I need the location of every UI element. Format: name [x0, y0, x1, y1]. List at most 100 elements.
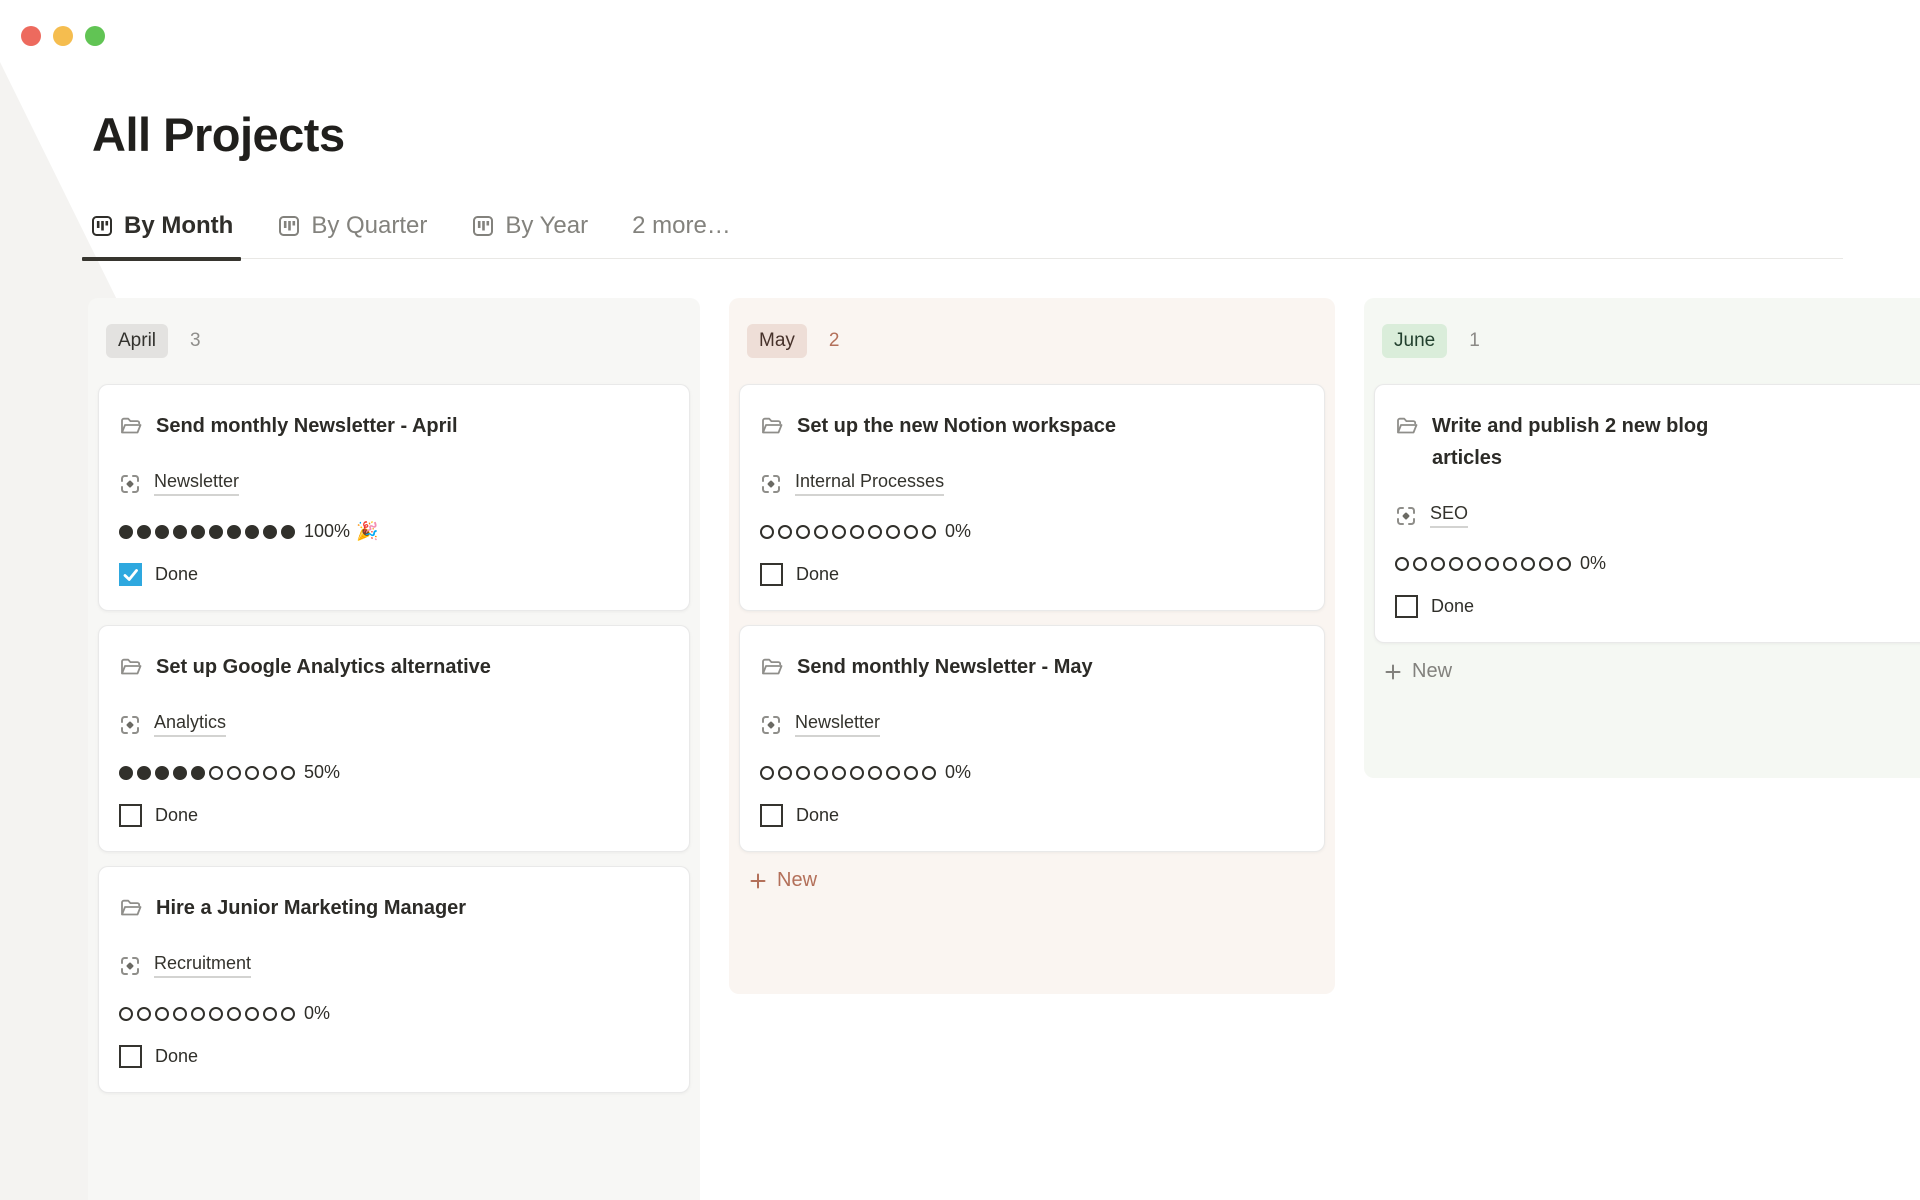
project-relation-link[interactable]: SEO: [1395, 503, 1468, 528]
new-item-button[interactable]: New: [739, 858, 1325, 903]
zoom-window-button[interactable]: [85, 26, 105, 46]
progress-percent: 0%: [945, 521, 971, 542]
progress-dot: [155, 766, 169, 780]
done-checkbox[interactable]: [119, 1045, 142, 1068]
progress-dot: [1467, 557, 1481, 571]
relation-target-icon: [760, 473, 782, 495]
progress-dot: [922, 525, 936, 539]
column-header: May 2: [729, 298, 1335, 358]
progress-dot: [245, 525, 259, 539]
progress-dot: [904, 525, 918, 539]
progress-dot: [1503, 557, 1517, 571]
column-card-count: 3: [190, 330, 201, 352]
card-title: Send monthly Newsletter - May: [797, 651, 1093, 683]
progress-dots: [119, 525, 295, 539]
progress-dot: [173, 525, 187, 539]
minimize-window-button[interactable]: [53, 26, 73, 46]
relation-label: Newsletter: [154, 471, 239, 496]
project-relation-link[interactable]: Newsletter: [119, 471, 239, 496]
progress-row: 0%: [760, 521, 1304, 542]
progress-dot: [173, 766, 187, 780]
progress-dot: [904, 766, 918, 780]
project-card[interactable]: Hire a Junior Marketing Manager Recruitm…: [98, 866, 690, 1093]
project-card[interactable]: Send monthly Newsletter - April Newslett…: [98, 384, 690, 611]
progress-dot: [191, 766, 205, 780]
progress-dot: [850, 766, 864, 780]
project-relation-link[interactable]: Newsletter: [760, 712, 880, 737]
board-column-may: May 2 Set up the new Notion workspace In…: [729, 298, 1335, 994]
card-title: Hire a Junior Marketing Manager: [156, 892, 466, 924]
project-card[interactable]: Send monthly Newsletter - May Newsletter…: [739, 625, 1325, 852]
progress-dot: [119, 766, 133, 780]
column-header: June 1: [1364, 298, 1920, 358]
progress-dot: [796, 525, 810, 539]
progress-dot: [922, 766, 936, 780]
progress-dots: [119, 766, 295, 780]
tab-label: By Month: [124, 212, 233, 240]
progress-dot: [1431, 557, 1445, 571]
kanban-board: April 3 Send monthly Newsletter - April …: [88, 298, 1920, 1200]
column-tag-may[interactable]: May: [747, 324, 807, 358]
column-tag-april[interactable]: April: [106, 324, 168, 358]
progress-dot: [814, 525, 828, 539]
progress-dot: [263, 1007, 277, 1021]
new-item-label: New: [1412, 660, 1452, 683]
progress-dot: [155, 1007, 169, 1021]
project-card[interactable]: Set up Google Analytics alternative Anal…: [98, 625, 690, 852]
done-row: Done: [1395, 595, 1920, 618]
done-checkbox[interactable]: [760, 804, 783, 827]
progress-dot: [137, 1007, 151, 1021]
tab-more-views[interactable]: 2 more…: [632, 212, 731, 240]
progress-percent: 0%: [1580, 553, 1606, 574]
project-card[interactable]: Write and publish 2 new blog articles SE…: [1374, 384, 1920, 643]
progress-dot: [281, 766, 295, 780]
column-header: April 3: [88, 298, 700, 358]
progress-dots: [119, 1007, 295, 1021]
progress-dot: [760, 766, 774, 780]
progress-dot: [137, 766, 151, 780]
relation-label: Newsletter: [795, 712, 880, 737]
progress-percent: 50%: [304, 762, 340, 783]
relation-label: SEO: [1430, 503, 1468, 528]
project-relation-link[interactable]: Analytics: [119, 712, 226, 737]
progress-dot: [137, 525, 151, 539]
notion-board-page: All Projects By Month By Quarter By Year: [0, 0, 1920, 1200]
project-card[interactable]: Set up the new Notion workspace Internal…: [739, 384, 1325, 611]
progress-dot: [778, 525, 792, 539]
view-tabs-bar: By Month By Quarter By Year 2 more…: [90, 212, 1843, 259]
progress-dot: [281, 1007, 295, 1021]
new-item-button[interactable]: New: [1374, 649, 1920, 694]
done-label: Done: [155, 1046, 198, 1067]
done-checkbox[interactable]: [760, 563, 783, 586]
progress-row: 0%: [1395, 553, 1920, 574]
project-relation-link[interactable]: Internal Processes: [760, 471, 944, 496]
progress-dot: [868, 766, 882, 780]
progress-dot: [760, 525, 774, 539]
progress-row: 50%: [119, 762, 669, 783]
progress-dot: [1449, 557, 1463, 571]
page-title: All Projects: [92, 108, 345, 162]
plus-icon: [1383, 662, 1403, 682]
tab-by-quarter[interactable]: By Quarter: [277, 212, 427, 240]
board-column-june: June 1 Write and publish 2 new blog arti…: [1364, 298, 1920, 778]
card-title: Send monthly Newsletter - April: [156, 410, 458, 442]
done-checkbox[interactable]: [119, 563, 142, 586]
done-checkbox[interactable]: [119, 804, 142, 827]
done-row: Done: [760, 804, 1304, 827]
tab-label: By Year: [505, 212, 588, 240]
tab-by-month[interactable]: By Month: [90, 212, 233, 240]
progress-dot: [886, 766, 900, 780]
tab-by-year[interactable]: By Year: [471, 212, 588, 240]
progress-dot: [191, 525, 205, 539]
close-window-button[interactable]: [21, 26, 41, 46]
column-card-count: 2: [829, 330, 840, 352]
progress-dot: [263, 525, 277, 539]
progress-dot: [778, 766, 792, 780]
column-tag-june[interactable]: June: [1382, 324, 1447, 358]
relation-label: Internal Processes: [795, 471, 944, 496]
progress-dots: [760, 525, 936, 539]
progress-dot: [832, 525, 846, 539]
progress-dot: [281, 525, 295, 539]
project-relation-link[interactable]: Recruitment: [119, 953, 251, 978]
done-checkbox[interactable]: [1395, 595, 1418, 618]
